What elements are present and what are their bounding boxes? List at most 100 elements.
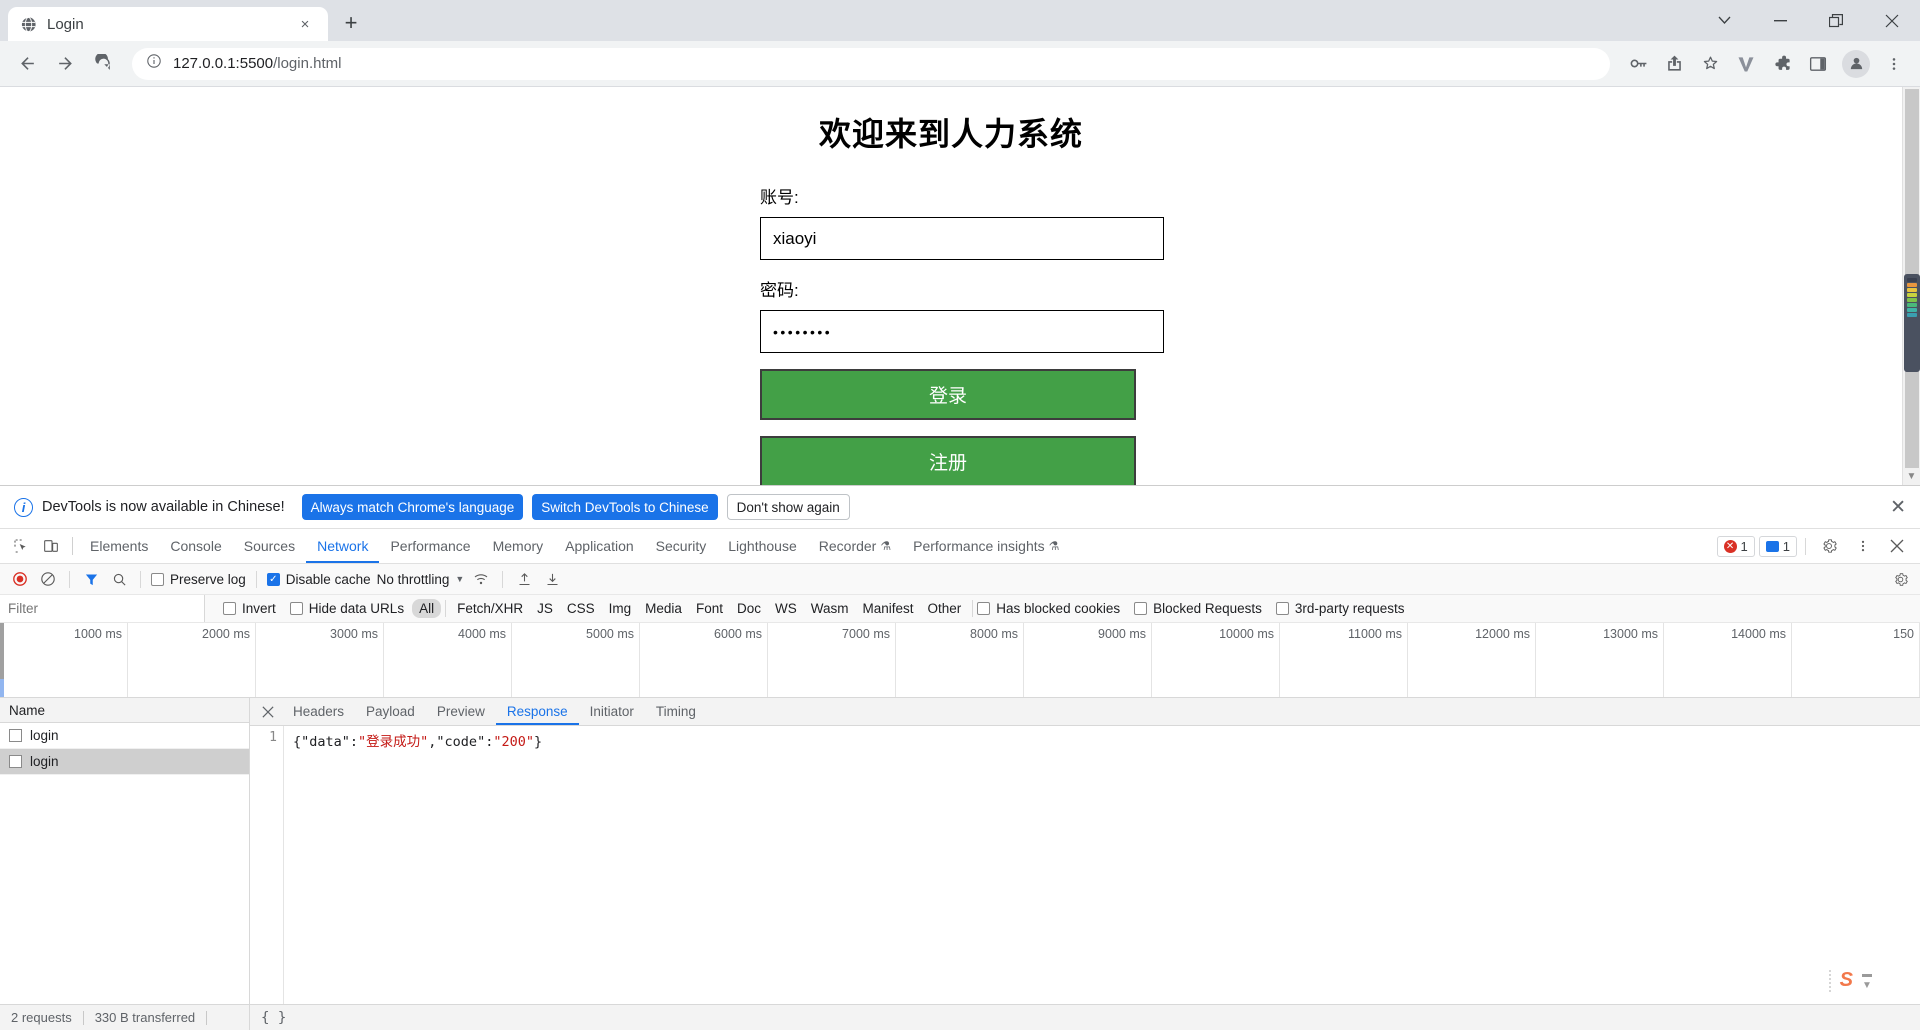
scrollbar-thumb[interactable] xyxy=(1903,274,1920,372)
side-panel-icon[interactable] xyxy=(1802,48,1834,80)
site-info-icon[interactable] xyxy=(146,53,162,74)
tab-security[interactable]: Security xyxy=(645,529,718,563)
filter-type-other[interactable]: Other xyxy=(921,599,969,618)
ime-drag-handle[interactable] xyxy=(1828,969,1831,992)
extensions-puzzle-icon[interactable] xyxy=(1766,48,1798,80)
scrollbar-track[interactable] xyxy=(1903,89,1920,468)
detail-tab-headers[interactable]: Headers xyxy=(282,698,355,725)
chevron-down-icon[interactable]: ▼ xyxy=(455,574,464,584)
network-conditions-icon[interactable] xyxy=(470,568,492,590)
tab-console[interactable]: Console xyxy=(159,529,232,563)
filter-type-doc[interactable]: Doc xyxy=(730,599,768,618)
table-row[interactable]: login xyxy=(0,723,249,749)
invert-checkbox[interactable]: Invert xyxy=(223,601,276,616)
share-icon[interactable] xyxy=(1658,48,1690,80)
detail-tab-initiator[interactable]: Initiator xyxy=(579,698,645,725)
scrollbar-down-arrow[interactable]: ▼ xyxy=(1907,468,1917,485)
tab-elements[interactable]: Elements xyxy=(79,529,159,563)
forward-icon[interactable] xyxy=(48,47,82,81)
request-detail-pane: Headers Payload Preview Response Initiat… xyxy=(250,698,1920,1004)
import-har-icon[interactable] xyxy=(513,568,535,590)
kebab-menu-icon[interactable] xyxy=(1848,532,1878,560)
ime-keyboard-icon[interactable]: ▬ ▼ xyxy=(1862,970,1872,991)
chrome-menu-icon[interactable] xyxy=(1878,48,1910,80)
detail-tab-preview[interactable]: Preview xyxy=(426,698,496,725)
banner-close-icon[interactable]: ✕ xyxy=(1890,496,1906,519)
response-json[interactable]: {"data":"登录成功","code":"200"} xyxy=(284,726,1920,1004)
tab-performance-insights[interactable]: Performance insights ⚗ xyxy=(902,529,1070,563)
tab-performance[interactable]: Performance xyxy=(379,529,481,563)
filter-input[interactable] xyxy=(0,595,205,622)
format-json-button[interactable]: { } xyxy=(250,1010,297,1026)
has-blocked-cookies-checkbox[interactable]: Has blocked cookies xyxy=(977,601,1120,616)
always-match-language-button[interactable]: Always match Chrome's language xyxy=(301,494,524,520)
detail-close-icon[interactable] xyxy=(254,698,282,725)
export-har-icon[interactable] xyxy=(541,568,563,590)
filter-type-font[interactable]: Font xyxy=(689,599,730,618)
tab-sources[interactable]: Sources xyxy=(233,529,306,563)
tab-recorder[interactable]: Recorder ⚗ xyxy=(808,529,902,563)
device-toolbar-icon[interactable] xyxy=(36,532,66,560)
window-close-icon[interactable] xyxy=(1864,0,1920,41)
filter-type-manifest[interactable]: Manifest xyxy=(855,599,920,618)
network-settings-icon[interactable] xyxy=(1889,568,1911,590)
vimium-icon[interactable] xyxy=(1730,48,1762,80)
preserve-log-checkbox[interactable]: Preserve log xyxy=(151,572,246,587)
sogou-ime-widget[interactable]: S ▬ ▼ xyxy=(1828,969,1872,992)
filter-icon[interactable] xyxy=(80,568,102,590)
detail-tab-payload[interactable]: Payload xyxy=(355,698,426,725)
devtools-close-icon[interactable] xyxy=(1882,532,1912,560)
tab-network[interactable]: Network xyxy=(306,529,379,563)
window-minimize-icon[interactable] xyxy=(1752,0,1808,41)
error-count-badge[interactable]: ✕ 1 xyxy=(1716,535,1755,557)
hide-data-urls-checkbox[interactable]: Hide data URLs xyxy=(289,601,404,616)
table-row[interactable]: login xyxy=(0,749,249,775)
filter-type-all[interactable]: All xyxy=(412,599,442,618)
tab-close-icon[interactable]: × xyxy=(294,13,316,35)
disable-cache-checkbox[interactable]: ✓ Disable cache xyxy=(266,572,371,587)
tab-memory[interactable]: Memory xyxy=(482,529,555,563)
star-icon[interactable] xyxy=(1694,48,1726,80)
detail-tab-response[interactable]: Response xyxy=(496,698,579,725)
filter-type-css[interactable]: CSS xyxy=(560,599,602,618)
inspect-element-icon[interactable] xyxy=(6,532,36,560)
tab-search-icon[interactable] xyxy=(1696,0,1752,41)
message-count-badge[interactable]: 1 xyxy=(1758,535,1797,557)
key-icon[interactable] xyxy=(1622,48,1654,80)
sogou-logo-icon[interactable]: S xyxy=(1840,969,1853,992)
request-column-header[interactable]: Name xyxy=(0,698,249,723)
network-timeline-overview[interactable]: 1000 ms 2000 ms 3000 ms 4000 ms 5000 ms 6000 … xyxy=(0,623,1920,698)
account-input[interactable] xyxy=(760,217,1164,260)
gear-icon[interactable] xyxy=(1814,532,1844,560)
dont-show-again-button[interactable]: Don't show again xyxy=(726,494,850,520)
third-party-requests-checkbox[interactable]: 3rd-party requests xyxy=(1275,601,1404,616)
register-button[interactable]: 注册 xyxy=(760,436,1136,485)
detail-tab-timing[interactable]: Timing xyxy=(645,698,707,725)
record-button-icon[interactable] xyxy=(9,568,31,590)
request-list: Name login login xyxy=(0,698,250,1004)
profile-avatar-icon[interactable] xyxy=(1842,49,1870,78)
search-icon[interactable] xyxy=(108,568,130,590)
window-restore-icon[interactable] xyxy=(1808,0,1864,41)
password-input[interactable]: •••••••• xyxy=(773,324,832,340)
filter-type-wasm[interactable]: Wasm xyxy=(804,599,856,618)
filter-type-js[interactable]: JS xyxy=(530,599,560,618)
throttling-select[interactable]: No throttling xyxy=(377,572,450,587)
filter-type-img[interactable]: Img xyxy=(602,599,639,618)
switch-to-chinese-button[interactable]: Switch DevTools to Chinese xyxy=(532,494,718,520)
page-scrollbar[interactable]: ▼ xyxy=(1902,87,1920,485)
login-button[interactable]: 登录 xyxy=(760,369,1136,420)
filter-type-ws[interactable]: WS xyxy=(768,599,804,618)
blocked-requests-checkbox[interactable]: Blocked Requests xyxy=(1134,601,1262,616)
back-icon[interactable] xyxy=(10,47,44,81)
tab-application[interactable]: Application xyxy=(554,529,645,563)
response-body: 1 {"data":"登录成功","code":"200"} S ▬ ▼ xyxy=(250,726,1920,1004)
filter-type-fetch-xhr[interactable]: Fetch/XHR xyxy=(450,599,530,618)
filter-type-media[interactable]: Media xyxy=(638,599,689,618)
browser-tab-login[interactable]: Login × xyxy=(8,7,328,41)
tab-lighthouse[interactable]: Lighthouse xyxy=(717,529,808,563)
new-tab-button[interactable]: + xyxy=(334,6,368,40)
reload-icon[interactable] xyxy=(86,47,120,81)
clear-button-icon[interactable] xyxy=(37,568,59,590)
address-bar[interactable]: 127.0.0.1:5500/login.html xyxy=(132,47,1610,80)
